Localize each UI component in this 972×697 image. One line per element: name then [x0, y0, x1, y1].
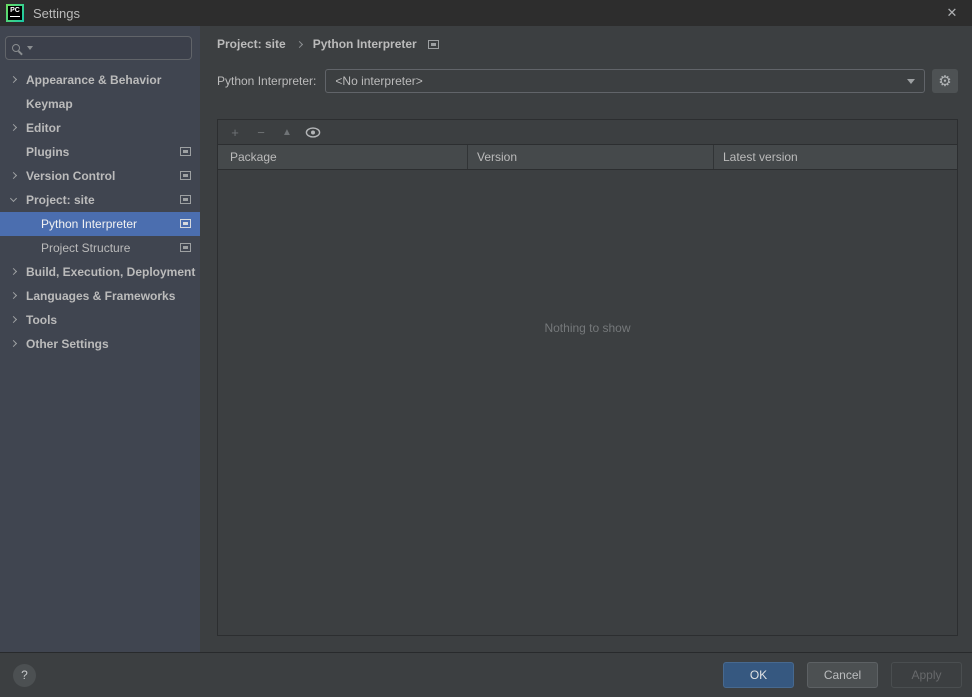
search-icon — [12, 44, 20, 52]
settings-page-icon — [180, 147, 191, 156]
settings-page-icon — [180, 195, 191, 204]
settings-sidebar: Appearance & Behavior Keymap Editor Plug… — [0, 26, 200, 652]
interpreter-gear-button[interactable]: ⚙ — [932, 69, 958, 93]
sidebar-item-plugins[interactable]: Plugins — [0, 140, 200, 164]
minus-icon: − — [257, 124, 265, 140]
upgrade-icon: ▲ — [282, 126, 292, 138]
chevron-down-icon — [9, 194, 18, 203]
apply-button[interactable]: Apply — [891, 662, 962, 688]
settings-page-icon — [180, 171, 191, 180]
settings-search-box[interactable] — [5, 36, 192, 60]
sidebar-item-tools[interactable]: Tools — [0, 308, 200, 332]
packages-table-header: Package Version Latest version — [218, 144, 957, 170]
settings-page-icon — [427, 39, 439, 49]
combo-arrow-icon — [907, 78, 915, 84]
settings-dialog: PC Settings ✕ Appearance & Behavior Keym… — [0, 0, 972, 697]
sidebar-item-project-structure[interactable]: Project Structure — [0, 236, 200, 260]
sidebar-item-python-interpreter[interactable]: Python Interpreter — [0, 212, 200, 236]
packages-toolbar: + − ▲ — [218, 120, 957, 144]
titlebar: PC Settings ✕ — [0, 0, 972, 26]
sidebar-item-keymap[interactable]: Keymap — [0, 92, 200, 116]
sidebar-item-other-settings[interactable]: Other Settings — [0, 332, 200, 356]
chevron-right-icon — [9, 75, 18, 84]
chevron-right-icon — [9, 315, 18, 324]
help-icon: ? — [21, 668, 28, 682]
settings-tree: Appearance & Behavior Keymap Editor Plug… — [0, 68, 200, 356]
window-title: Settings — [33, 5, 80, 21]
empty-table-message: Nothing to show — [544, 321, 631, 335]
sidebar-item-editor[interactable]: Editor — [0, 116, 200, 140]
sidebar-item-build-execution-deployment[interactable]: Build, Execution, Deployment — [0, 260, 200, 284]
column-header-package[interactable]: Package — [218, 145, 467, 169]
breadcrumb: Project: site Python Interpreter — [217, 34, 439, 54]
chevron-right-icon — [9, 123, 18, 132]
interpreter-label: Python Interpreter: — [217, 74, 317, 88]
pycharm-logo-icon: PC — [6, 4, 24, 22]
chevron-right-icon — [9, 339, 18, 348]
column-header-version[interactable]: Version — [467, 145, 713, 169]
breadcrumb-python-interpreter[interactable]: Python Interpreter — [313, 37, 417, 51]
chevron-right-icon — [9, 291, 18, 300]
sidebar-item-languages-frameworks[interactable]: Languages & Frameworks — [0, 284, 200, 308]
interpreter-select[interactable]: <No interpreter> — [325, 69, 925, 93]
column-header-latest-version[interactable]: Latest version — [713, 145, 957, 169]
dialog-footer: ? OK Cancel Apply — [0, 652, 972, 697]
breadcrumb-project-site[interactable]: Project: site — [217, 37, 286, 51]
interpreter-selected-value: <No interpreter> — [335, 74, 423, 88]
packages-panel: + − ▲ Package Version Latest version Not… — [217, 119, 958, 636]
help-button[interactable]: ? — [13, 663, 36, 687]
settings-page-icon — [180, 243, 191, 252]
sidebar-item-version-control[interactable]: Version Control — [0, 164, 200, 188]
upgrade-package-button[interactable]: ▲ — [279, 124, 295, 140]
sidebar-item-appearance-behavior[interactable]: Appearance & Behavior — [0, 68, 200, 92]
close-icon[interactable]: ✕ — [932, 0, 972, 26]
settings-page-icon — [180, 219, 191, 228]
gear-icon: ⚙ — [938, 72, 952, 90]
remove-package-button[interactable]: − — [253, 124, 269, 140]
search-input[interactable] — [39, 41, 185, 55]
ok-button[interactable]: OK — [723, 662, 794, 688]
show-early-releases-button[interactable] — [305, 124, 321, 140]
chevron-right-icon — [9, 267, 18, 276]
chevron-right-icon — [9, 171, 18, 180]
search-history-icon[interactable] — [27, 46, 33, 50]
eye-icon — [305, 126, 321, 138]
add-package-button[interactable]: + — [227, 124, 243, 140]
packages-table-body: Nothing to show — [218, 170, 957, 635]
plus-icon: + — [231, 124, 239, 140]
settings-content: Project: site Python Interpreter Python … — [200, 26, 972, 652]
cancel-button[interactable]: Cancel — [807, 662, 878, 688]
chevron-right-icon — [295, 40, 303, 48]
sidebar-item-project-site[interactable]: Project: site — [0, 188, 200, 212]
